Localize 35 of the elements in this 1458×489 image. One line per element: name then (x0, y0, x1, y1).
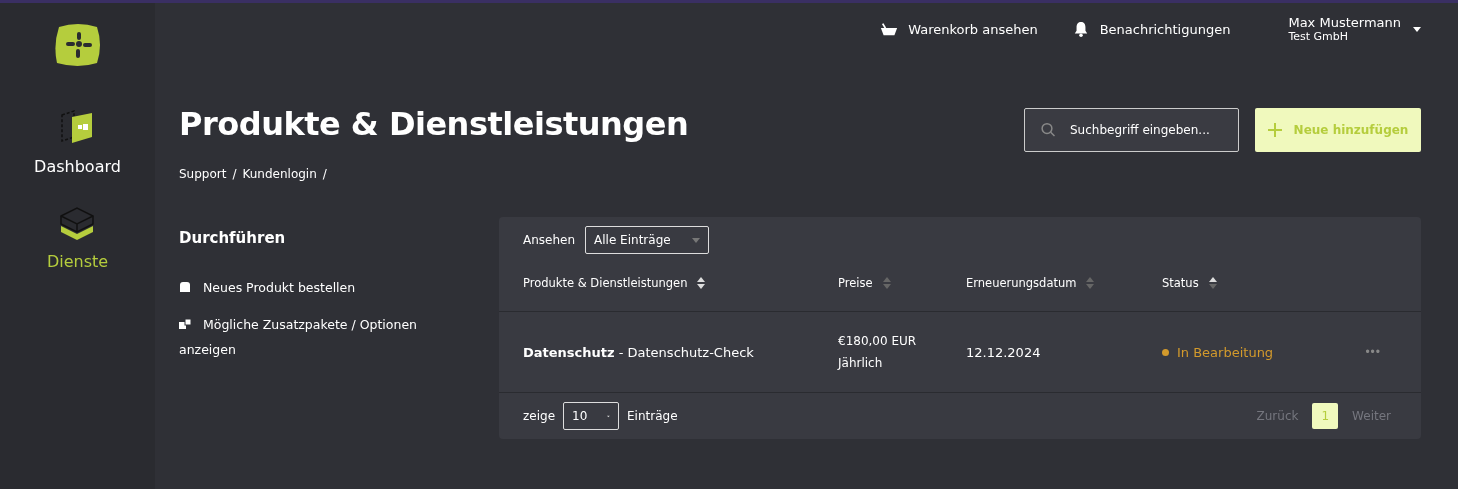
column-header[interactable]: Produkte & Dienstleistungen (523, 275, 838, 290)
breadcrumb-separator: / (322, 167, 327, 181)
date-cell-text: 12.12.2024 (966, 344, 1042, 360)
logo-icon[interactable] (52, 23, 103, 67)
column-header[interactable]: Preise (838, 275, 966, 290)
sidebar-item[interactable]: Dienste (46, 202, 109, 271)
section-title: Durchführen (179, 229, 287, 247)
view-select[interactable]: Alle Einträge (585, 226, 710, 254)
price-cell-text: €180,00 EUR (838, 334, 918, 348)
show-label: zeige (523, 409, 555, 423)
breadcrumb-link[interactable]: Support (179, 167, 227, 181)
notifications-link[interactable]: Benachrichtigungen (1071, 21, 1231, 37)
plus-icon (1267, 123, 1282, 137)
page-title: Produkte & Dienstleistungen (179, 105, 689, 143)
column-header[interactable]: Status (1162, 275, 1352, 290)
view-label: Ansehen (523, 233, 576, 247)
search-input[interactable]: Suchbegriff eingeben... (1068, 122, 1222, 138)
sidebar-item[interactable]: Dashboard (34, 107, 121, 176)
user-menu[interactable]: Max Mustermann Test GmbH (1288, 15, 1421, 43)
billing-cycle: Jährlich (838, 356, 884, 370)
breadcrumb-separator: / (232, 167, 237, 181)
basket-icon (880, 21, 899, 37)
action-link[interactable]: Mögliche Zusatzpakete / Optionen anzeigen (179, 312, 449, 362)
status-text: In Bearbeitung (1177, 344, 1274, 360)
cart-link[interactable]: Warenkorb ansehen (880, 21, 1038, 37)
squares-icon (179, 319, 191, 329)
breadcrumb-link[interactable]: Kundenlogin (242, 167, 317, 181)
bag-icon (179, 282, 191, 292)
page-size-select[interactable]: 10 (563, 402, 619, 430)
action-link[interactable]: Neues Produkt bestellen (179, 275, 449, 300)
search-field[interactable]: Suchbegriff eingeben... (1024, 108, 1239, 152)
entries-label: Einträge (627, 409, 678, 423)
product-cell-text: Datenschutz- Datenschutz-Check (523, 344, 755, 360)
search-icon (1041, 121, 1056, 139)
column-header[interactable]: Erneuerungsdatum (966, 275, 1162, 290)
